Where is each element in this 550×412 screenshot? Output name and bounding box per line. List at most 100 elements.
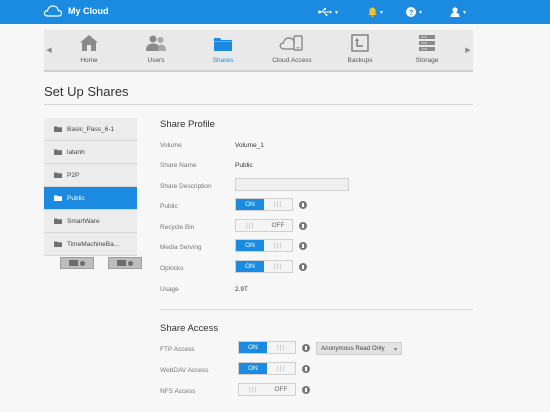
nav-item-cloud-access[interactable]: Cloud Access bbox=[261, 32, 323, 70]
nav-label: Cloud Access bbox=[272, 57, 312, 64]
toggle-on-label: ON bbox=[236, 240, 264, 251]
info-icon[interactable] bbox=[302, 386, 310, 394]
nav-prev-arrow-icon[interactable]: ◀ bbox=[44, 30, 54, 70]
info-icon[interactable] bbox=[299, 222, 307, 230]
backups-icon bbox=[351, 34, 369, 52]
volume-label: Volume bbox=[160, 142, 182, 149]
brand-logo[interactable]: My Cloud bbox=[44, 5, 109, 17]
chevron-down-icon: ▾ bbox=[393, 347, 397, 353]
share-item-smartware[interactable]: SmartWare bbox=[44, 210, 137, 233]
main-nav: ◀ Home Users Shares Cloud Access Backups… bbox=[44, 30, 473, 72]
recycle-bin-toggle[interactable]: ||| OFF bbox=[235, 219, 293, 232]
share-item-label: Public bbox=[67, 194, 85, 202]
folder-icon bbox=[54, 126, 62, 132]
user-menu[interactable]: ▾ bbox=[450, 4, 466, 20]
nav-next-arrow-icon[interactable]: ▶ bbox=[463, 30, 473, 70]
share-profile-title: Share Profile bbox=[160, 119, 215, 130]
toggle-on-label: ON bbox=[236, 199, 264, 210]
storage-icon bbox=[419, 35, 435, 51]
alerts-menu[interactable]: ▾ bbox=[368, 4, 383, 20]
divider bbox=[160, 309, 473, 310]
add-icon bbox=[80, 260, 85, 266]
add-share-button[interactable] bbox=[60, 257, 94, 269]
nav-label: Storage bbox=[415, 57, 439, 64]
ftp-access-selected: Anonymous Read Only bbox=[321, 345, 385, 352]
users-icon bbox=[146, 35, 166, 51]
share-description-field[interactable] bbox=[235, 178, 349, 191]
divider bbox=[44, 104, 473, 105]
usb-menu[interactable]: ▾ bbox=[318, 4, 338, 20]
toggle-grip: ||| bbox=[245, 222, 255, 229]
public-toggle[interactable]: ON ||| bbox=[235, 198, 293, 211]
cloud-logo-icon bbox=[44, 5, 62, 17]
folder-icon bbox=[69, 260, 78, 266]
webdav-access-toggle[interactable]: ON ||| bbox=[238, 362, 296, 375]
volume-value: Volume_1 bbox=[235, 142, 264, 149]
ftp-access-toggle[interactable]: ON ||| bbox=[238, 341, 296, 354]
help-menu[interactable]: ? ▾ bbox=[406, 4, 422, 20]
toggle-grip: ||| bbox=[248, 386, 258, 393]
share-item-timemachine[interactable]: TimeMachineBa... bbox=[44, 233, 137, 256]
oplocks-toggle[interactable]: ON ||| bbox=[235, 260, 293, 273]
page-title: Set Up Shares bbox=[44, 84, 129, 99]
toggle-grip: ||| bbox=[276, 365, 286, 372]
folder-icon bbox=[117, 260, 126, 266]
folder-icon bbox=[54, 218, 62, 224]
chevron-down-icon: ▾ bbox=[335, 9, 339, 16]
info-icon[interactable] bbox=[299, 242, 307, 250]
ftp-access-select[interactable]: Anonymous Read Only ▾ bbox=[316, 342, 402, 355]
share-access-title: Share Access bbox=[160, 323, 219, 334]
toggle-grip: ||| bbox=[273, 263, 283, 270]
nav-item-users[interactable]: Users bbox=[125, 32, 187, 70]
info-icon[interactable] bbox=[302, 365, 310, 373]
share-settings-button[interactable] bbox=[108, 257, 142, 269]
bell-icon bbox=[368, 7, 377, 17]
oplocks-label: Oplocks bbox=[160, 265, 184, 272]
toggle-grip: ||| bbox=[273, 201, 283, 208]
folder-icon bbox=[54, 241, 62, 247]
share-item-label: Basic_Pass_6-1 bbox=[67, 125, 114, 133]
nav-item-storage[interactable]: Storage bbox=[396, 32, 458, 70]
media-serving-toggle[interactable]: ON ||| bbox=[235, 239, 293, 252]
share-list: Basic_Pass_6-1 latanh P2P Public SmartWa… bbox=[44, 118, 137, 256]
share-item-public[interactable]: Public bbox=[44, 187, 137, 210]
nfs-access-toggle[interactable]: ||| OFF bbox=[238, 383, 296, 396]
nav-item-home[interactable]: Home bbox=[58, 32, 120, 70]
share-description-label: Share Description bbox=[160, 183, 212, 190]
share-item-label: SmartWare bbox=[67, 217, 100, 225]
info-icon[interactable] bbox=[302, 344, 310, 352]
svg-text:?: ? bbox=[409, 8, 414, 17]
toggle-off-label: OFF bbox=[271, 222, 285, 229]
toggle-on-label: ON bbox=[239, 342, 267, 353]
nav-label: Shares bbox=[212, 57, 234, 64]
recycle-bin-label: Recycle Bin bbox=[160, 224, 195, 231]
share-item-label: P2P bbox=[67, 171, 80, 179]
user-icon bbox=[450, 7, 460, 17]
info-icon[interactable] bbox=[299, 201, 307, 209]
chevron-down-icon: ▾ bbox=[463, 9, 467, 16]
nav-label: Users bbox=[147, 57, 165, 64]
nav-label: Home bbox=[80, 57, 98, 64]
share-item-basic-pass[interactable]: Basic_Pass_6-1 bbox=[44, 118, 137, 141]
help-icon: ? bbox=[406, 7, 416, 17]
info-icon[interactable] bbox=[299, 263, 307, 271]
chevron-down-icon: ▾ bbox=[380, 9, 384, 16]
folder-icon bbox=[54, 195, 62, 201]
share-item-label: latanh bbox=[67, 148, 85, 156]
nav-label: Backups bbox=[347, 57, 373, 64]
nav-item-backups[interactable]: Backups bbox=[329, 32, 391, 70]
shares-icon bbox=[214, 37, 232, 51]
nav-item-shares[interactable]: Shares bbox=[192, 32, 254, 70]
home-icon bbox=[80, 35, 98, 51]
ftp-access-label: FTP Access bbox=[160, 346, 195, 353]
share-list-actions bbox=[60, 257, 142, 269]
folder-icon bbox=[54, 172, 62, 178]
usage-value: 2.9T bbox=[235, 286, 249, 293]
share-item-latanh[interactable]: latanh bbox=[44, 141, 137, 164]
toggle-grip: ||| bbox=[273, 242, 283, 249]
toggle-on-label: ON bbox=[236, 261, 264, 272]
share-item-p2p[interactable]: P2P bbox=[44, 164, 137, 187]
share-name-value: Public bbox=[235, 162, 253, 169]
chevron-down-icon: ▾ bbox=[419, 9, 423, 16]
usage-label: Usage bbox=[160, 286, 179, 293]
